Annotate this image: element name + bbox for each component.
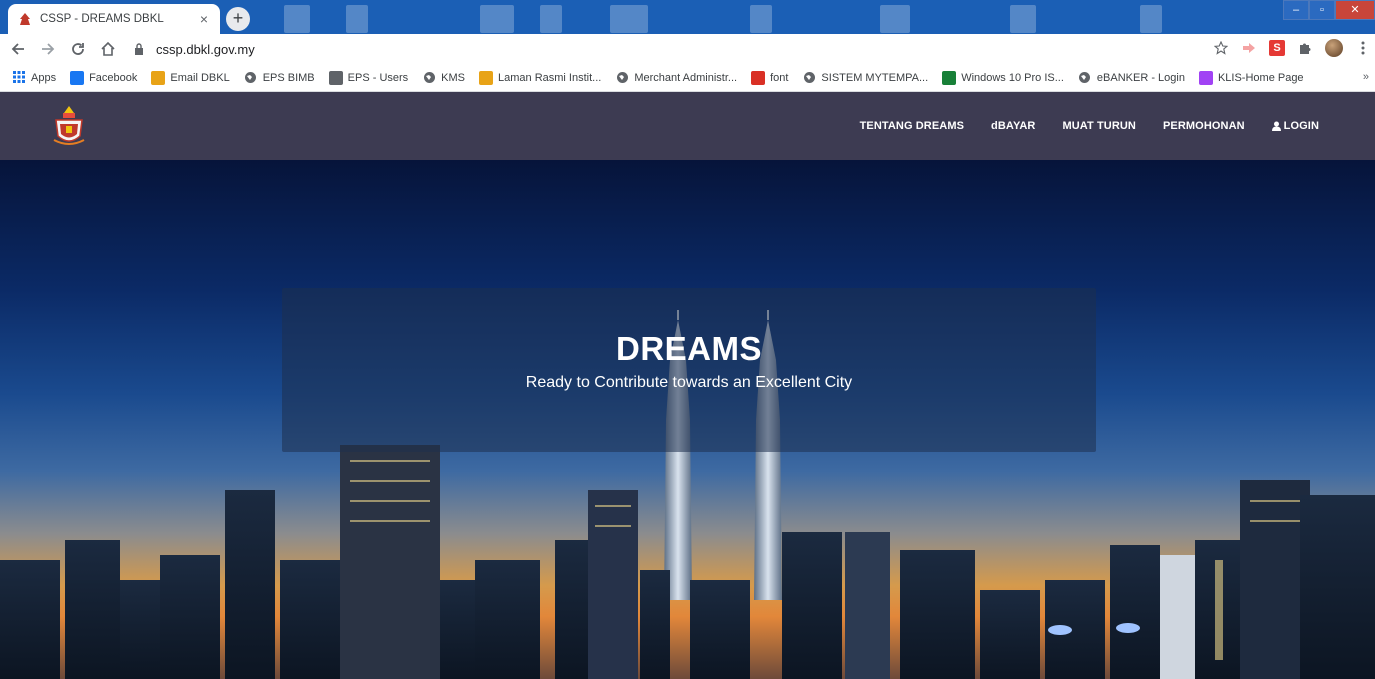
tab-close-icon[interactable]: ×: [196, 11, 212, 27]
bookmark-label: Laman Rasmi Instit...: [498, 71, 602, 84]
web-page: TENTANG DREAMS dBAYAR MUAT TURUN PERMOHO…: [0, 92, 1375, 679]
menu-kebab-icon[interactable]: [1355, 40, 1371, 56]
font-icon: [751, 70, 766, 85]
bookmark-item[interactable]: EPS BIMB: [244, 71, 315, 85]
bookmark-item[interactable]: font: [751, 70, 789, 85]
taskbar-thumbnail: [750, 5, 772, 33]
extension-arrow-icon[interactable]: [1241, 40, 1257, 56]
globe-icon: [422, 71, 436, 85]
browser-toolbar: cssp.dbkl.gov.my S: [0, 34, 1375, 64]
apps-grid-icon: [12, 71, 26, 85]
globe-icon: [244, 71, 258, 85]
toolbar-actions: S: [1213, 39, 1371, 57]
bookmark-item[interactable]: Laman Rasmi Instit...: [479, 70, 602, 85]
nav-permohonan[interactable]: PERMOHONAN: [1163, 120, 1245, 132]
bookmark-label: SISTEM MYTEMPA...: [821, 71, 929, 84]
taskbar-thumbnail: [346, 5, 368, 33]
taskbar-thumbnail: [610, 5, 648, 33]
taskbar-thumbnail: [1010, 5, 1036, 33]
facebook-icon: [70, 70, 85, 85]
site-navbar: TENTANG DREAMS dBAYAR MUAT TURUN PERMOHO…: [0, 92, 1375, 160]
bookmark-item[interactable]: Windows 10 Pro IS...: [942, 70, 1064, 85]
browser-tab-strip: CSSP - DREAMS DBKL × + – ▫ ✕: [0, 0, 1375, 34]
bookmark-label: font: [770, 71, 789, 84]
reload-icon[interactable]: [66, 37, 90, 61]
bookmark-label: Merchant Administr...: [634, 71, 738, 84]
bookmark-item[interactable]: Merchant Administr...: [615, 71, 737, 85]
taskbar-thumbnail: [1140, 5, 1162, 33]
globe-icon: [1078, 71, 1092, 85]
bookmark-label: Facebook: [89, 71, 138, 84]
bookmark-item[interactable]: KMS: [422, 71, 465, 85]
bookmark-item[interactable]: Facebook: [70, 70, 138, 85]
bookmarks-overflow-icon[interactable]: »: [1363, 71, 1369, 83]
g-icon: [942, 70, 957, 85]
close-window-button[interactable]: ✕: [1335, 0, 1375, 20]
extension-s-icon[interactable]: S: [1269, 40, 1285, 56]
nav-muat-turun[interactable]: MUAT TURUN: [1062, 120, 1136, 132]
institute-icon: [479, 70, 494, 85]
bookmark-star-icon[interactable]: [1213, 40, 1229, 56]
profile-avatar[interactable]: [1325, 39, 1343, 57]
new-tab-button[interactable]: +: [226, 7, 250, 31]
active-tab[interactable]: CSSP - DREAMS DBKL ×: [8, 4, 220, 34]
dbkl-favicon-icon: [18, 12, 32, 26]
bookmark-item[interactable]: eBANKER - Login: [1078, 71, 1185, 85]
eps-icon: [328, 70, 343, 85]
outlook-icon: [151, 70, 166, 85]
minimize-button[interactable]: –: [1283, 0, 1309, 20]
bookmark-item[interactable]: SISTEM MYTEMPA...: [802, 71, 928, 85]
nav-tentang-dreams[interactable]: TENTANG DREAMS: [860, 120, 964, 132]
tab-title: CSSP - DREAMS DBKL: [40, 13, 164, 25]
globe-icon: [615, 71, 629, 85]
bookmark-label: EPS - Users: [347, 71, 409, 84]
globe-icon: [802, 71, 816, 85]
extensions-puzzle-icon[interactable]: [1297, 40, 1313, 56]
bookmark-item[interactable]: KLIS-Home Page: [1198, 70, 1304, 85]
bookmark-item[interactable]: Email DBKL: [151, 70, 230, 85]
url-text: cssp.dbkl.gov.my: [156, 41, 255, 57]
bookmark-label: Apps: [31, 71, 57, 84]
taskbar-thumbnail: [540, 5, 562, 33]
taskbar-thumbnail: [284, 5, 310, 33]
lock-icon: [134, 42, 146, 56]
bookmark-label: KMS: [441, 71, 466, 84]
forward-icon[interactable]: [36, 37, 60, 61]
taskbar-thumbnail: [480, 5, 514, 33]
hero-section: DREAMS Ready to Contribute towards an Ex…: [0, 160, 1375, 679]
hero-banner: DREAMS Ready to Contribute towards an Ex…: [282, 288, 1096, 452]
bookmark-label: EPS BIMB: [262, 71, 315, 84]
maximize-button[interactable]: ▫: [1309, 0, 1335, 20]
site-nav-menu: TENTANG DREAMS dBAYAR MUAT TURUN PERMOHO…: [860, 92, 1319, 160]
bookmark-label: eBANKER - Login: [1096, 71, 1185, 84]
nav-dbayar[interactable]: dBAYAR: [991, 120, 1035, 132]
bookmark-item[interactable]: EPS - Users: [328, 70, 409, 85]
bookmark-item[interactable]: Apps: [12, 71, 56, 85]
dbkl-crest-logo[interactable]: [50, 104, 88, 148]
bookmarks-bar: Apps Facebook Email DBKL EPS BIMB EPS - User…: [0, 64, 1375, 92]
address-bar[interactable]: cssp.dbkl.gov.my: [126, 37, 1216, 61]
hero-title: DREAMS: [615, 330, 762, 367]
nav-login-label: LOGIN: [1283, 120, 1319, 132]
nav-login[interactable]: LOGIN: [1271, 120, 1319, 132]
window-controls: – ▫ ✕: [1283, 0, 1375, 20]
hero-subtitle: Ready to Contribute towards an Excellent…: [525, 374, 853, 391]
bookmark-label: Email DBKL: [170, 71, 230, 84]
bookmark-label: KLIS-Home Page: [1217, 71, 1304, 84]
taskbar-thumbnail: [880, 5, 910, 33]
back-icon[interactable]: [6, 37, 30, 61]
bookmark-label: Windows 10 Pro IS...: [961, 71, 1064, 84]
home-icon[interactable]: [96, 37, 120, 61]
klis-icon: [1198, 70, 1213, 85]
user-icon: [1271, 121, 1281, 131]
